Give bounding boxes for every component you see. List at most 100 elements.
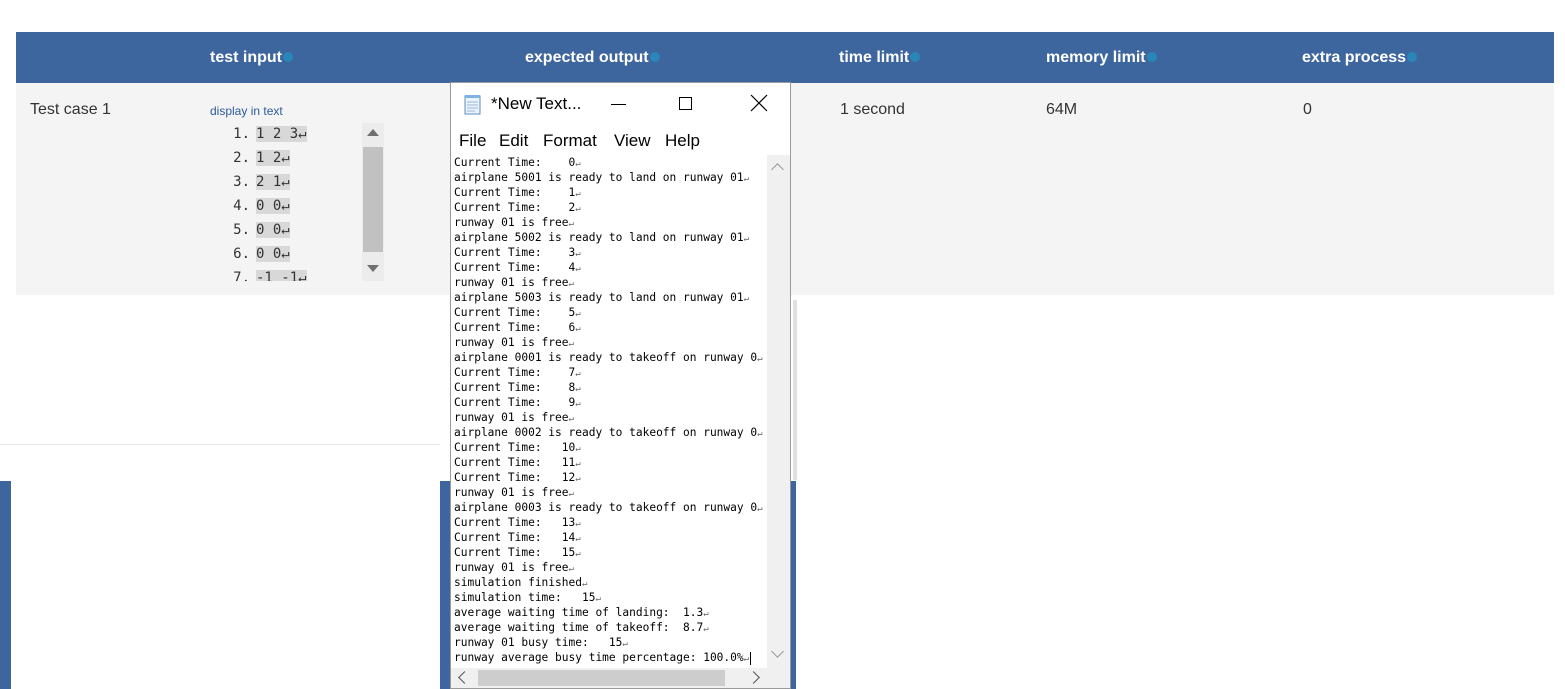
line-break-mark: ↵ (743, 654, 750, 664)
line-break-mark: ↵ (575, 384, 581, 394)
line-break-mark: ↵ (575, 549, 581, 559)
scroll-thumb[interactable] (478, 670, 725, 686)
menu-edit[interactable]: Edit (499, 131, 528, 151)
close-icon (750, 94, 768, 112)
info-icon[interactable] (649, 51, 660, 62)
notepad-line: Current Time: 8↵ (454, 380, 581, 395)
notepad-line: Current Time: 2↵ (454, 200, 581, 215)
notepad-line-text: runway 01 is free (454, 411, 569, 424)
notepad-line-text: Current Time: 8 (454, 381, 576, 394)
notepad-line-text: airplane 0001 is ready to takeoff on run… (454, 351, 758, 364)
notepad-line: Current Time: 15↵ (454, 545, 581, 560)
notepad-line: Current Time: 14↵ (454, 530, 581, 545)
close-button[interactable] (735, 83, 781, 127)
notepad-line: Current Time: 9↵ (454, 395, 581, 410)
line-break-mark: ↵ (757, 354, 763, 364)
line-number: 4. (233, 198, 250, 214)
minimize-icon (611, 104, 626, 105)
line-break-mark: ↵ (575, 459, 581, 469)
background-blue-bar (0, 481, 11, 689)
notepad-line: Current Time: 6↵ (454, 320, 581, 335)
menu-view[interactable]: View (614, 131, 651, 151)
notepad-icon (464, 95, 481, 115)
line-break-mark: ↵ (575, 264, 581, 274)
scroll-down-icon[interactable] (367, 265, 379, 272)
menu-format[interactable]: Format (543, 131, 597, 151)
notepad-title-bar[interactable]: *New Text... (451, 83, 790, 127)
notepad-line-text: Current Time: 0 (454, 156, 576, 169)
scroll-left-icon[interactable] (458, 671, 471, 684)
notepad-line-text: Current Time: 9 (454, 396, 576, 409)
notepad-line: Current Time: 1↵ (454, 185, 581, 200)
line-break-mark: ↵ (575, 159, 581, 169)
notepad-line-text: Current Time: 12 (454, 471, 576, 484)
header-test-input: test input (210, 32, 293, 83)
notepad-line: airplane 5003 is ready to land on runway… (454, 290, 749, 305)
scroll-thumb[interactable] (363, 147, 383, 252)
menu-help[interactable]: Help (665, 131, 700, 151)
menu-file[interactable]: File (459, 131, 486, 151)
line-break-mark: ↵ (575, 534, 581, 544)
line-break-mark: ↵ (575, 519, 581, 529)
notepad-line: average waiting time of takeoff: 8.7↵ (454, 620, 709, 635)
info-icon[interactable] (910, 51, 921, 62)
notepad-line-text: airplane 5001 is ready to land on runway… (454, 171, 744, 184)
scroll-up-icon[interactable] (771, 163, 784, 176)
line-break-mark: ↵ (568, 279, 574, 289)
display-in-text-link[interactable]: display in text (210, 104, 283, 118)
notepad-line-text: Current Time: 15 (454, 546, 576, 559)
line-break-mark: ↵ (575, 204, 581, 214)
notepad-line-text: Current Time: 14 (454, 531, 576, 544)
time-limit-value: 1 second (840, 101, 905, 118)
notepad-line-text: Current Time: 10 (454, 441, 576, 454)
notepad-vertical-scrollbar[interactable] (767, 155, 790, 668)
test-input-scrollbar[interactable] (362, 123, 384, 281)
notepad-line-text: airplane 0003 is ready to takeoff on run… (454, 501, 758, 514)
line-break-mark: ↵ (743, 234, 750, 244)
line-number: 3. (233, 174, 250, 190)
notepad-line-text: runway 01 is free (454, 486, 569, 499)
line-break-mark: ↵ (703, 609, 709, 619)
notepad-line-text: average waiting time of takeoff: 8.7 (454, 621, 704, 634)
line-break-mark: ↵ (703, 624, 709, 634)
notepad-menu-bar: File Edit Format View Help (451, 127, 790, 155)
scroll-down-icon[interactable] (771, 645, 784, 658)
notepad-line-text: runway 01 is free (454, 561, 569, 574)
notepad-line-text: Current Time: 4 (454, 261, 576, 274)
scroll-right-icon[interactable] (747, 671, 760, 684)
notepad-line: airplane 5001 is ready to land on runway… (454, 170, 749, 185)
code-line: 2. 1 2↵ (222, 148, 290, 168)
line-text: -1 -1↵ (256, 270, 307, 281)
notepad-line: airplane 0003 is ready to takeoff on run… (454, 500, 763, 515)
maximize-button[interactable] (663, 83, 709, 127)
line-text: 1 2↵ (256, 150, 290, 166)
info-icon[interactable] (1407, 51, 1418, 62)
test-input-code[interactable]: 1. 1 2 3↵ 2. 1 2↵ 3. 2 1↵ 4. 0 0↵ 5. 0 0↵ 6. 0 0↵ 7.… (210, 123, 368, 281)
line-number: 7. (233, 270, 250, 281)
header-time-limit: time limit (839, 32, 921, 83)
notepad-line-text: airplane 5002 is ready to land on runway… (454, 231, 744, 244)
notepad-line: runway 01 is free↵ (454, 275, 574, 290)
line-break-mark: ↵ (575, 369, 581, 379)
line-number: 1. (233, 126, 250, 142)
notepad-line: Current Time: 12↵ (454, 470, 581, 485)
notepad-line: airplane 0001 is ready to takeoff on run… (454, 350, 763, 365)
scroll-up-icon[interactable] (367, 129, 379, 136)
notepad-line-text: Current Time: 1 (454, 186, 576, 199)
notepad-window[interactable]: *New Text... File Edit Format View Help … (450, 82, 791, 689)
notepad-line-text: simulation time: 15 (454, 591, 596, 604)
maximize-icon (679, 97, 692, 110)
notepad-line-text: runway 01 is free (454, 276, 569, 289)
info-icon[interactable] (283, 51, 293, 62)
notepad-line: runway 01 is free↵ (454, 485, 574, 500)
line-break-mark: ↵ (757, 504, 763, 514)
code-line: 4. 0 0↵ (222, 196, 290, 216)
notepad-line-text: simulation finished (454, 576, 582, 589)
notepad-horizontal-scrollbar[interactable] (451, 668, 767, 688)
minimize-button[interactable] (595, 83, 641, 127)
line-break-mark: ↵ (568, 219, 574, 229)
line-number: 6. (233, 246, 250, 262)
line-break-mark: ↵ (575, 189, 581, 199)
notepad-text-area[interactable]: Current Time: 0↵ airplane 5001 is ready t… (451, 155, 767, 668)
info-icon[interactable] (1146, 51, 1157, 62)
